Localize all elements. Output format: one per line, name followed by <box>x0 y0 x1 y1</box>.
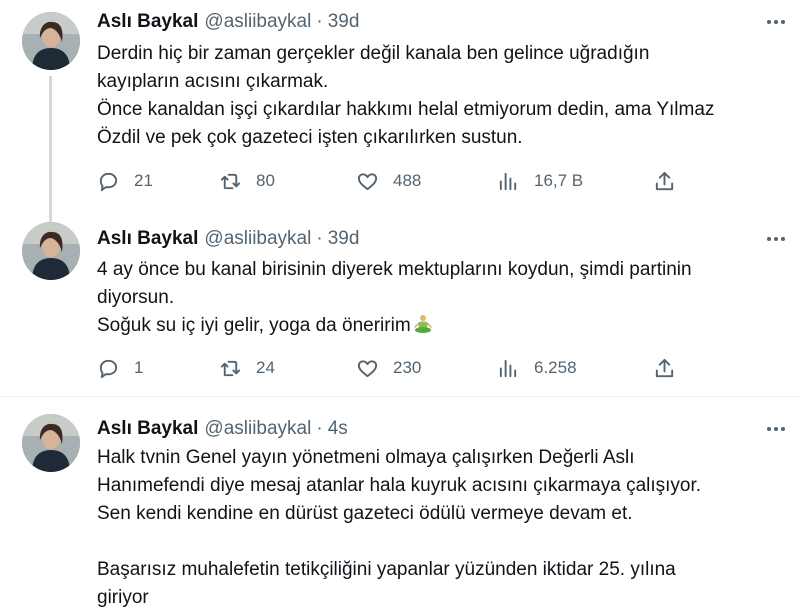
reply-icon <box>99 172 118 191</box>
tweet-text-line: diyorsun. <box>97 287 175 308</box>
author-name[interactable]: Aslı Baykal <box>97 228 198 250</box>
views-button[interactable]: 16,7 B <box>497 166 583 196</box>
tweet-text-line: 4 ay önce bu kanal birisinin diyerek mek… <box>97 259 692 280</box>
retweet-count: 80 <box>256 171 275 190</box>
tweet-text-line: kayıpların acısını çıkarmak. <box>97 71 329 92</box>
reply-count: 21 <box>134 171 153 190</box>
reply-count: 1 <box>134 358 144 377</box>
author-name[interactable]: Aslı Baykal <box>97 11 198 33</box>
reply-icon <box>99 359 118 378</box>
retweet-button[interactable]: 24 <box>219 353 275 383</box>
tweet-2[interactable]: Aslı Baykal @asliibaykal · 39d 4 ay önce… <box>0 218 800 390</box>
author-name[interactable]: Aslı Baykal <box>97 418 198 440</box>
retweet-icon <box>220 173 241 189</box>
reply-button[interactable]: 21 <box>97 166 153 196</box>
retweet-icon <box>220 360 241 376</box>
action-bar: 1 24 230 6.258 <box>97 353 697 383</box>
tweet-header: Aslı Baykal @asliibaykal · 39d <box>97 7 359 37</box>
retweet-button[interactable]: 80 <box>219 166 275 196</box>
like-count: 230 <box>393 358 422 377</box>
views-count: 6.258 <box>534 358 577 377</box>
tweet-text-line: Başarısız muhalefetin tetikçiliğini yapa… <box>97 559 676 580</box>
tweet-header: Aslı Baykal @asliibaykal · 4s <box>97 414 348 444</box>
tweet-text-line: giriyor <box>97 587 149 608</box>
views-icon <box>499 172 517 190</box>
like-count: 488 <box>393 171 422 190</box>
more-icon[interactable] <box>764 419 788 439</box>
action-bar: 21 80 488 16,7 B <box>97 166 697 196</box>
tweet-text-line: Özdil ve pek çok gazeteci işten çıkarılı… <box>97 127 523 148</box>
share-icon <box>655 171 674 190</box>
separator-dot: · <box>316 11 323 32</box>
tweet-header: Aslı Baykal @asliibaykal · 39d <box>97 224 359 254</box>
tweet-text-line: Derdin hiç bir zaman gerçekler değil kan… <box>97 43 650 64</box>
share-button[interactable] <box>653 353 676 383</box>
views-count: 16,7 B <box>534 171 584 190</box>
author-handle[interactable]: @asliibaykal <box>204 418 311 440</box>
like-icon <box>357 359 378 377</box>
timestamp[interactable]: 4s <box>328 418 348 440</box>
thread-line <box>49 76 52 225</box>
timestamp[interactable]: 39d <box>328 11 360 33</box>
more-icon[interactable] <box>764 12 788 32</box>
avatar[interactable] <box>22 12 80 70</box>
author-handle[interactable]: @asliibaykal <box>204 11 311 33</box>
person-in-lotus-position-icon <box>413 315 432 333</box>
author-handle[interactable]: @asliibaykal <box>204 228 311 250</box>
tweet-text-line: Hanımefendi diye mesaj atanlar hala kuyr… <box>97 475 702 496</box>
timestamp[interactable]: 39d <box>328 228 360 250</box>
retweet-count: 24 <box>256 358 275 377</box>
separator-dot: · <box>316 418 323 439</box>
like-button[interactable]: 230 <box>356 353 421 383</box>
views-icon <box>499 359 517 377</box>
tweet-text-line: Sen kendi kendine en dürüst gazeteci ödü… <box>97 503 633 524</box>
tweet-1[interactable]: Aslı Baykal @asliibaykal · 39d Derdin hi… <box>0 0 800 225</box>
tweet-text-line: Önce kanaldan işçi çıkardılar hakkımı he… <box>97 99 715 120</box>
separator-dot: · <box>316 228 323 249</box>
tweet-text-line: Soğuk su iç iyi gelir, yoga da öneririm <box>97 312 787 340</box>
tweet-text: Halk tvnin Genel yayın yönetmeni olmaya … <box>97 444 787 612</box>
like-button[interactable]: 488 <box>356 166 421 196</box>
more-icon[interactable] <box>764 229 788 249</box>
share-button[interactable] <box>653 166 676 196</box>
tweet-divider <box>0 396 800 397</box>
tweet-3[interactable]: Aslı Baykal @asliibaykal · 4s Halk tvnin… <box>0 404 800 614</box>
tweet-text: Derdin hiç bir zaman gerçekler değil kan… <box>97 40 787 152</box>
tweet-text-line: Halk tvnin Genel yayın yönetmeni olmaya … <box>97 447 635 468</box>
avatar[interactable] <box>22 222 80 280</box>
share-icon <box>655 358 674 377</box>
like-icon <box>357 172 378 190</box>
tweet-text-line-content: Soğuk su iç iyi gelir, yoga da öneririm <box>97 315 411 336</box>
reply-button[interactable]: 1 <box>97 353 143 383</box>
tweet-text: 4 ay önce bu kanal birisinin diyerek mek… <box>97 256 787 340</box>
views-button[interactable]: 6.258 <box>497 353 577 383</box>
avatar[interactable] <box>22 414 80 472</box>
